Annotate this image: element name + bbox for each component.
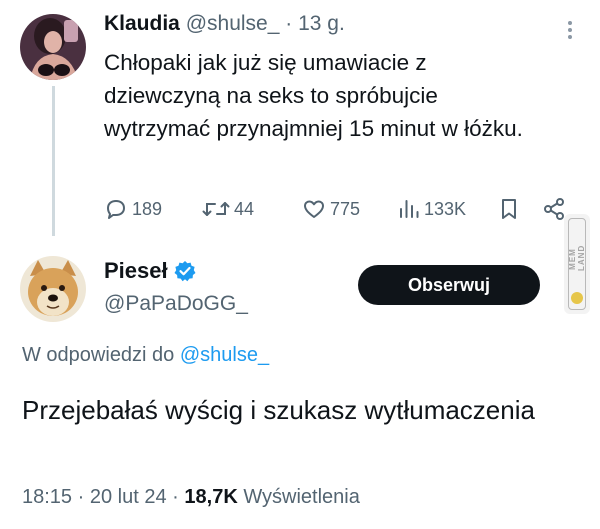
watermark-text: MEM LAND bbox=[568, 244, 586, 271]
retweet-icon bbox=[202, 202, 230, 216]
share-action[interactable] bbox=[542, 196, 566, 222]
follow-button[interactable]: Obserwuj bbox=[358, 265, 540, 305]
like-icon bbox=[304, 200, 324, 218]
avatar-piesel[interactable] bbox=[20, 256, 86, 322]
bookmark-icon bbox=[502, 199, 516, 219]
watermark-logo: MEM LAND bbox=[564, 214, 590, 314]
header-separator: · bbox=[285, 12, 293, 35]
reply-views-label: Wyświetlenia bbox=[243, 486, 360, 508]
meta-separator-2: · bbox=[172, 486, 179, 508]
tweet-actions: 189 44 775 133K bbox=[104, 196, 574, 222]
reply-mention-link[interactable]: @shulse_ bbox=[180, 344, 269, 366]
reply-action[interactable]: 189 bbox=[104, 196, 162, 222]
reply-prefix: W odpowiedzi do bbox=[22, 344, 175, 366]
verified-badge-icon bbox=[174, 261, 196, 282]
reply-date[interactable]: 20 lut 24 bbox=[90, 486, 167, 508]
smiley-icon bbox=[571, 292, 583, 304]
author-name[interactable]: Klaudia bbox=[104, 12, 180, 35]
tweet-time[interactable]: 13 g. bbox=[298, 12, 345, 35]
views-action[interactable]: 133K bbox=[398, 196, 466, 222]
reply-meta: 18:15 · 20 lut 24 · 18,7K Wyświetlenia bbox=[22, 486, 360, 509]
avatar-klaudia[interactable] bbox=[20, 14, 86, 80]
like-action[interactable]: 775 bbox=[302, 196, 360, 222]
meta-separator-1: · bbox=[77, 486, 85, 508]
reply-views-count: 18,7K bbox=[184, 486, 238, 508]
more-icon[interactable] bbox=[560, 18, 580, 42]
views-icon bbox=[400, 200, 419, 218]
thread-line bbox=[52, 86, 55, 236]
reply-icon bbox=[107, 200, 125, 219]
bookmark-action[interactable] bbox=[498, 196, 520, 222]
tweet-text: Chłopaki jak już się umawiacie z dziewcz… bbox=[104, 50, 523, 141]
share-icon bbox=[544, 198, 564, 220]
reply-count: 189 bbox=[132, 198, 163, 219]
reply-author-name-row: Pieseł bbox=[104, 258, 196, 284]
reply-context: W odpowiedzi do @shulse_ bbox=[22, 344, 269, 367]
reply-author-name[interactable]: Pieseł bbox=[104, 258, 168, 284]
reply-time[interactable]: 18:15 bbox=[22, 486, 72, 508]
views-count: 133K bbox=[424, 198, 467, 219]
tweet-header: Klaudia @shulse_ · 13 g. bbox=[104, 12, 345, 36]
like-count: 775 bbox=[330, 198, 361, 219]
original-tweet: Klaudia @shulse_ · 13 g. Chłopaki jak ju… bbox=[0, 0, 600, 240]
retweet-count: 44 bbox=[234, 198, 255, 219]
reply-author-handle[interactable]: @PaPaDoGG_ bbox=[104, 292, 248, 316]
author-handle[interactable]: @shulse_ bbox=[186, 12, 280, 35]
retweet-action[interactable]: 44 bbox=[202, 196, 254, 222]
reply-text: Przejebałaś wyścig i szukasz wytłumaczen… bbox=[22, 395, 535, 425]
